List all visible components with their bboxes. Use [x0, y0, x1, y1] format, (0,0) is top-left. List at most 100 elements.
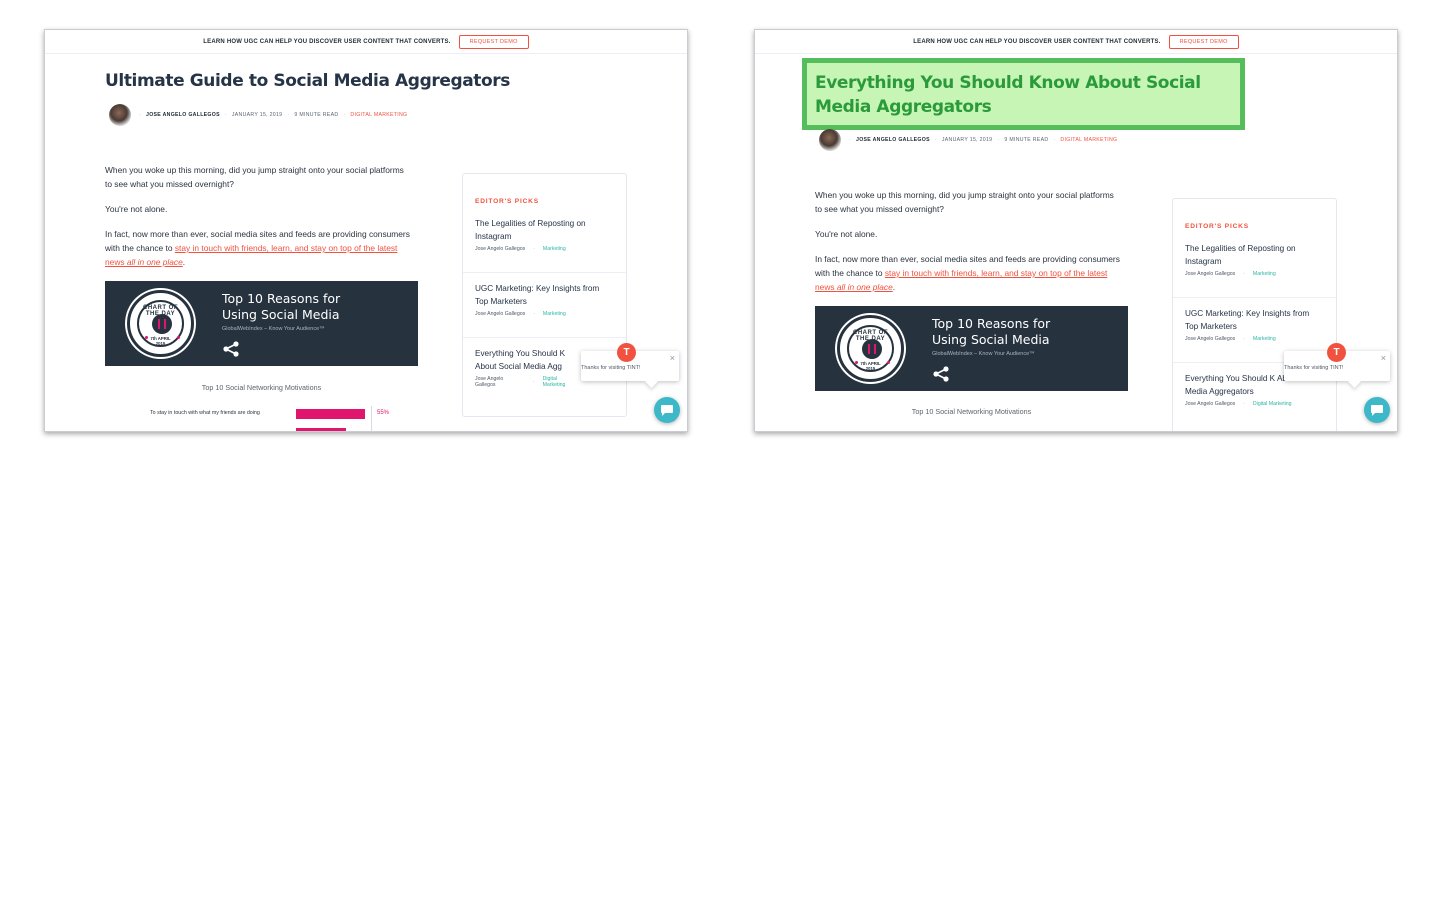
meta-separator: · — [1053, 137, 1056, 143]
pick-meta: Jose Angelo Gallegos · Digital Marketing — [475, 376, 581, 388]
article-body: When you woke up this morning, did you j… — [105, 163, 410, 280]
badge-dot-icon — [855, 361, 858, 364]
badge-ring: CHART OF THE DAY 7th APRIL 2015 — [137, 300, 184, 347]
editors-pick-item[interactable]: The Legalities of Reposting on Instagram… — [1173, 242, 1336, 298]
paragraph-text: . — [892, 282, 896, 292]
chart-category-label: To stay in touch with what my friends ar… — [150, 410, 260, 416]
badge-date-year: 2015 — [155, 341, 166, 346]
popup-message: Thanks for visiting TINT! — [581, 365, 641, 371]
badge-date-year: 2015 — [865, 366, 876, 371]
chart-bar-partial — [296, 428, 346, 431]
meta-separator: · — [287, 112, 290, 118]
share-icon[interactable] — [222, 341, 240, 357]
pick-author[interactable]: Jose Angelo Gallegos — [1185, 336, 1235, 342]
meta-separator: · — [1243, 271, 1245, 277]
chart-of-the-day-badge: CHART OF THE DAY 7th APRIL 2015 — [837, 315, 904, 382]
badge-dot-icon — [177, 336, 180, 339]
meta-separator: · — [849, 137, 852, 143]
chat-button[interactable] — [654, 397, 680, 423]
inline-link-emphasis[interactable]: all in one place — [127, 257, 183, 267]
pick-author[interactable]: Jose Angelo Gallegos — [1185, 401, 1235, 407]
chart-caption: Top 10 Social Networking Motivations — [911, 407, 1032, 416]
pick-tag[interactable]: Marketing — [1253, 336, 1276, 342]
pick-tag[interactable]: Digital Marketing — [1253, 401, 1292, 407]
bar-chart-icon — [152, 314, 172, 334]
bar-chart-icon — [862, 339, 882, 359]
pick-title[interactable]: The Legalities of Reposting on Instagram — [475, 217, 614, 243]
meta-separator: · — [1243, 336, 1245, 342]
meta-separator: · — [934, 137, 937, 143]
author-avatar[interactable] — [109, 104, 131, 126]
screenshot-before: LEARN HOW UGC CAN HELP YOU DISCOVER USER… — [44, 29, 688, 432]
pick-title[interactable]: UGC Marketing: Key Insights from Top Mar… — [1185, 307, 1324, 333]
author-name[interactable]: JOSE ANGELO GALLEGOS — [146, 112, 220, 118]
meta-separator: · — [224, 112, 227, 118]
badge-dot-icon — [145, 336, 148, 339]
meta-separator: · — [532, 379, 535, 385]
paragraph: When you woke up this morning, did you j… — [105, 165, 404, 189]
pick-author[interactable]: Jose Angelo Gallegos — [475, 246, 525, 252]
pick-meta: Jose Angelo Gallegos · Marketing — [475, 246, 614, 252]
promo-bar: LEARN HOW UGC CAN HELP YOU DISCOVER USER… — [45, 30, 687, 54]
pick-title[interactable]: The Legalities of Reposting on Instagram — [1185, 242, 1324, 268]
editors-pick-item[interactable]: The Legalities of Reposting on Instagram… — [463, 217, 626, 273]
chat-button[interactable] — [1364, 397, 1390, 423]
meta-separator: · — [343, 112, 346, 118]
promo-bar: LEARN HOW UGC CAN HELP YOU DISCOVER USER… — [755, 30, 1397, 54]
pick-tag[interactable]: Marketing — [1253, 271, 1276, 277]
popup-tail — [1348, 375, 1361, 388]
read-time: 9 MINUTE READ — [1004, 137, 1049, 143]
article-title: Everything You Should Know About Social … — [815, 73, 1201, 117]
category-link[interactable]: DIGITAL MARKETING — [350, 112, 407, 118]
pick-meta: Jose Angelo Gallegos · Marketing — [1185, 271, 1324, 277]
author-name[interactable]: JOSE ANGELO GALLEGOS — [856, 137, 930, 143]
chat-bubble-icon — [1371, 405, 1383, 416]
editors-picks-sidebar: EDITOR'S PICKS The Legalities of Reposti… — [1172, 198, 1337, 431]
chart-of-the-day-badge: CHART OF THE DAY 7th APRIL 2015 — [127, 290, 194, 357]
article-title: Ultimate Guide to Social Media Aggregato… — [105, 71, 511, 91]
publish-date: JANUARY 15, 2019 — [941, 137, 993, 143]
close-icon[interactable]: × — [1381, 353, 1386, 363]
badge-dot-icon — [887, 361, 890, 364]
article-meta: · JOSE ANGELO GALLEGOS · JANUARY 15, 201… — [109, 104, 407, 126]
share-icon[interactable] — [932, 366, 950, 382]
badge-ring: CHART OF THE DAY 7th APRIL 2015 — [847, 325, 894, 372]
close-icon[interactable]: × — [670, 353, 675, 363]
pick-author[interactable]: Jose Angelo Gallegos — [475, 311, 525, 317]
chart-caption: Top 10 Social Networking Motivations — [201, 383, 322, 392]
request-demo-button[interactable]: REQUEST DEMO — [458, 34, 529, 49]
pick-meta: Jose Angelo Gallegos · Marketing — [1185, 336, 1324, 342]
editors-pick-item[interactable]: Everything You Should K About Social Med… — [463, 347, 581, 403]
screenshot-after: LEARN HOW UGC CAN HELP YOU DISCOVER USER… — [754, 29, 1398, 432]
article-body: When you woke up this morning, did you j… — [815, 188, 1120, 305]
author-avatar[interactable] — [819, 129, 841, 151]
meta-separator: · — [997, 137, 1000, 143]
banner-subtitle: GlobalWebIndex – Know Your Audience™ — [932, 351, 1035, 357]
tint-logo-icon: T — [1327, 343, 1346, 362]
pick-tag[interactable]: Marketing — [543, 311, 566, 317]
inline-link-emphasis[interactable]: all in one place — [837, 282, 893, 292]
pick-title[interactable]: UGC Marketing: Key Insights from Top Mar… — [475, 282, 614, 308]
chart-of-the-day-banner: CHART OF THE DAY 7th APRIL 2015 Top 10 Re… — [815, 306, 1128, 391]
paragraph: You're not alone. — [105, 204, 168, 214]
meta-separator: · — [533, 246, 535, 252]
chart-of-the-day-banner: CHART OF THE DAY 7th APRIL 2015 Top 10 Re… — [105, 281, 418, 366]
pick-author[interactable]: Jose Angelo Gallegos — [1185, 271, 1235, 277]
category-link[interactable]: DIGITAL MARKETING — [1060, 137, 1117, 143]
pick-tag[interactable]: Marketing — [543, 246, 566, 252]
banner-subtitle: GlobalWebIndex – Know Your Audience™ — [222, 326, 325, 332]
request-demo-button[interactable]: REQUEST DEMO — [1168, 34, 1239, 49]
pick-meta: Jose Angelo Gallegos · Marketing — [475, 311, 614, 317]
pick-meta: Jose Angelo Gallegos · Digital Marketing — [1185, 401, 1324, 407]
pick-tag[interactable]: Digital Marketing — [543, 376, 581, 388]
editors-picks-heading: EDITOR'S PICKS — [475, 198, 539, 205]
banner-title: Top 10 Reasons for Using Social Media — [932, 316, 1051, 347]
editors-pick-item[interactable]: UGC Marketing: Key Insights from Top Mar… — [463, 282, 626, 338]
promo-text: LEARN HOW UGC CAN HELP YOU DISCOVER USER… — [203, 38, 451, 45]
pick-author[interactable]: Jose Angelo Gallegos — [475, 376, 525, 388]
popup-message: Thanks for visiting TINT! — [1284, 365, 1344, 371]
paragraph: You're not alone. — [815, 229, 878, 239]
meta-separator: · — [533, 311, 535, 317]
editors-picks-heading: EDITOR'S PICKS — [1185, 223, 1249, 230]
pick-title[interactable]: Everything You Should K About Social Med… — [475, 347, 581, 373]
